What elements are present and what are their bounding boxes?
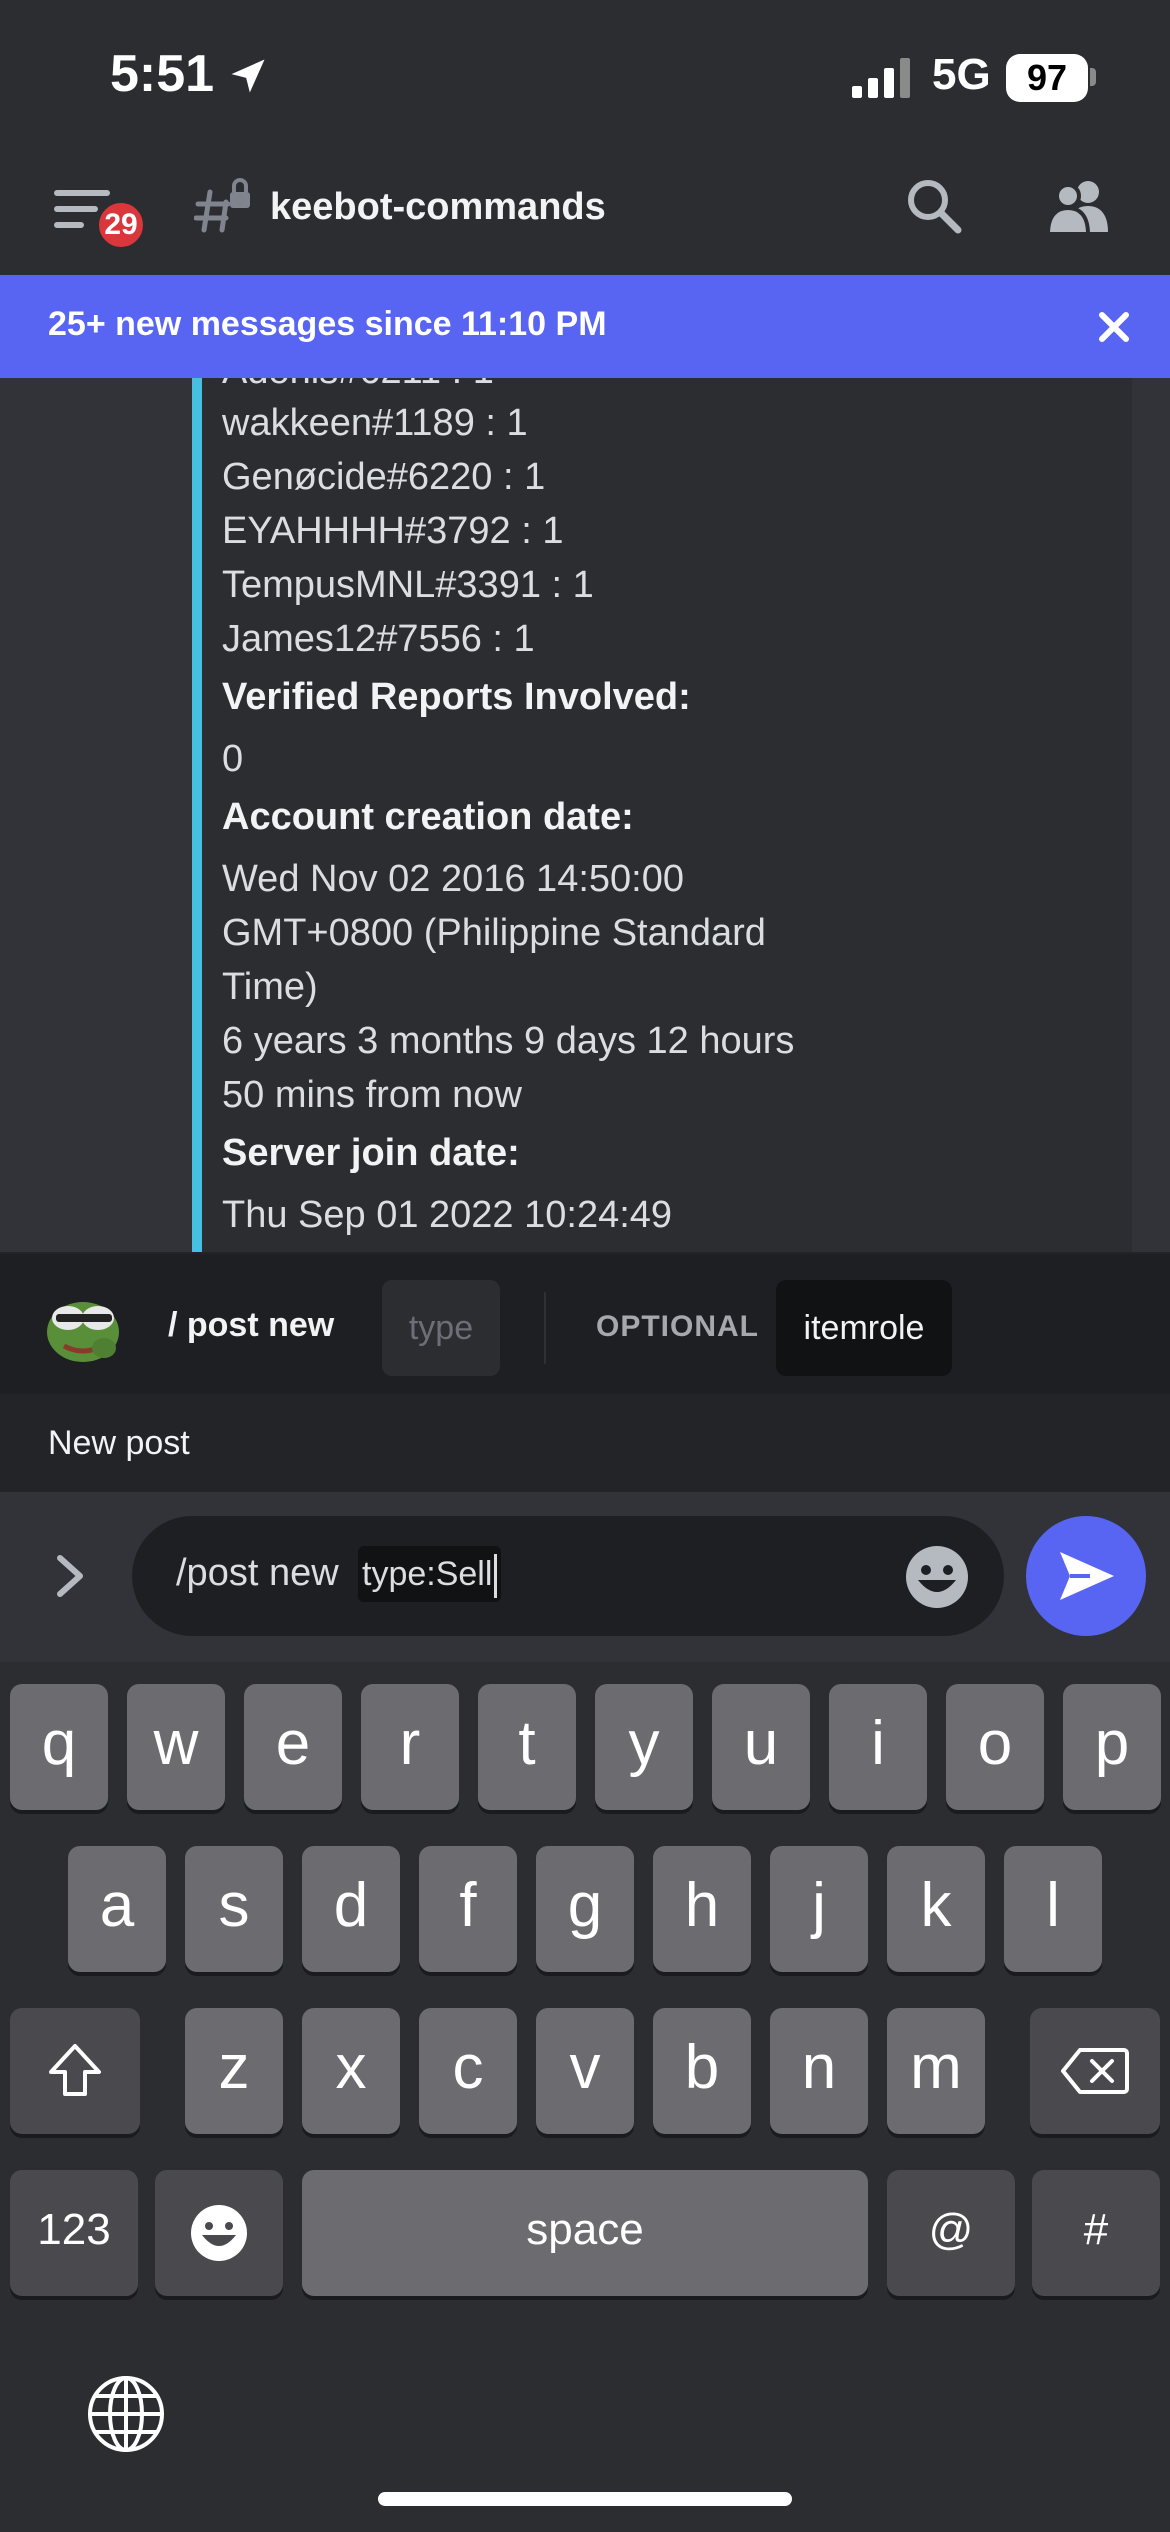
command-description-bar: New post — [0, 1394, 1170, 1492]
close-icon[interactable] — [1096, 309, 1132, 345]
cellular-signal-icon — [852, 58, 910, 98]
option-chip-itemrole[interactable]: itemrole — [776, 1280, 952, 1376]
emoji-key[interactable] — [155, 2170, 283, 2296]
new-messages-text: 25+ new messages since 11:10 PM — [48, 305, 607, 343]
unread-badge: 29 — [94, 198, 148, 252]
key-v[interactable]: v — [536, 2008, 634, 2134]
emoji-icon[interactable] — [904, 1544, 970, 1610]
bot-avatar — [47, 1302, 119, 1362]
embed-line: wakkeen#1189 : 1 — [222, 402, 528, 444]
new-messages-bar[interactable]: 25+ new messages since 11:10 PM — [0, 275, 1170, 378]
key-f[interactable]: f — [419, 1846, 517, 1972]
key-d[interactable]: d — [302, 1846, 400, 1972]
embed-partial-line: Adonis#6211 : 1 — [222, 378, 494, 393]
search-icon[interactable] — [904, 176, 964, 236]
optional-label: OPTIONAL — [596, 1310, 759, 1343]
embed-field-value: Thu Sep 01 2022 10:24:49 — [222, 1194, 673, 1236]
message-input[interactable]: /post new type:Sell — [132, 1516, 1004, 1636]
key-o[interactable]: o — [946, 1684, 1044, 1810]
embed-field-name: Account creation date: — [222, 796, 634, 838]
key-x[interactable]: x — [302, 2008, 400, 2134]
at-key[interactable]: @ — [887, 2170, 1015, 2296]
key-z[interactable]: z — [185, 2008, 283, 2134]
key-r[interactable]: r — [361, 1684, 459, 1810]
input-parameter-text: type:Sell — [362, 1555, 493, 1593]
embed-line: James12#7556 : 1 — [222, 618, 535, 660]
embed-line: EYAHHHH#3792 : 1 — [222, 510, 564, 552]
composer: /post new type:Sell — [0, 1492, 1170, 1662]
command-description: New post — [48, 1424, 190, 1462]
backspace-icon — [1061, 2048, 1129, 2094]
key-w[interactable]: w — [127, 1684, 225, 1810]
key-k[interactable]: k — [887, 1846, 985, 1972]
embed-field-value: 6 years 3 months 9 days 12 hours — [222, 1020, 795, 1062]
key-n[interactable]: n — [770, 2008, 868, 2134]
status-bar: 5:51 5G 97 — [0, 0, 1170, 150]
battery-tip — [1090, 68, 1096, 86]
key-t[interactable]: t — [478, 1684, 576, 1810]
message-list[interactable]: Adonis#6211 : 1 wakkeen#1189 : 1 Genøcid… — [0, 378, 1170, 1252]
key-j[interactable]: j — [770, 1846, 868, 1972]
on-screen-keyboard: q w e r t y u i o p a s d f g h j k l z … — [0, 1662, 1170, 2532]
key-b[interactable]: b — [653, 2008, 751, 2134]
embed-line: TempusMNL#3391 : 1 — [222, 564, 594, 606]
emoji-keyboard-icon — [191, 2205, 247, 2261]
key-a[interactable]: a — [68, 1846, 166, 1972]
key-l[interactable]: l — [1004, 1846, 1102, 1972]
members-icon[interactable] — [1046, 178, 1112, 234]
key-p[interactable]: p — [1063, 1684, 1161, 1810]
key-y[interactable]: y — [595, 1684, 693, 1810]
command-suggestion-bar: / post new type OPTIONAL itemrole — [0, 1252, 1170, 1394]
option-chip-type[interactable]: type — [382, 1280, 500, 1376]
locked-channel-icon — [194, 178, 250, 233]
network-type: 5G — [932, 50, 991, 99]
key-h[interactable]: h — [653, 1846, 751, 1972]
send-icon — [1060, 1552, 1114, 1600]
input-command-text: /post new — [176, 1552, 339, 1594]
key-u[interactable]: u — [712, 1684, 810, 1810]
embed-line: Genøcide#6220 : 1 — [222, 456, 546, 498]
embed-field-value: GMT+0800 (Philippine Standard — [222, 912, 766, 954]
location-arrow-icon — [231, 59, 265, 93]
status-time: 5:51 — [110, 45, 215, 103]
battery-indicator: 97 — [1006, 54, 1088, 102]
command-name: / post new — [168, 1306, 335, 1344]
channel-name[interactable]: keebot-commands — [270, 186, 606, 229]
numbers-key[interactable]: 123 — [10, 2170, 138, 2296]
divider — [544, 1292, 546, 1364]
embed-field-value: Time) — [222, 966, 318, 1008]
embed-field-value: Wed Nov 02 2016 14:50:00 — [222, 858, 684, 900]
globe-icon[interactable] — [86, 2374, 166, 2454]
key-s[interactable]: s — [185, 1846, 283, 1972]
key-c[interactable]: c — [419, 2008, 517, 2134]
channel-header: 29 keebot-commands — [0, 150, 1170, 275]
embed-field-value: 50 mins from now — [222, 1074, 522, 1116]
shift-key[interactable] — [10, 2008, 140, 2134]
embed-field-name: Server join date: — [222, 1132, 520, 1174]
home-indicator[interactable] — [378, 2492, 792, 2506]
embed-accent-bar — [192, 378, 202, 1252]
input-parameter[interactable]: type:Sell — [358, 1546, 502, 1602]
key-g[interactable]: g — [536, 1846, 634, 1972]
key-m[interactable]: m — [887, 2008, 985, 2134]
text-caret — [494, 1554, 498, 1599]
space-key[interactable]: space — [302, 2170, 868, 2296]
shift-icon — [49, 2044, 101, 2096]
hash-key[interactable]: # — [1032, 2170, 1160, 2296]
embed-field-value: 0 — [222, 738, 244, 780]
message-embed: Adonis#6211 : 1 wakkeen#1189 : 1 Genøcid… — [192, 378, 1132, 1252]
key-q[interactable]: q — [10, 1684, 108, 1810]
embed-field-name: Verified Reports Involved: — [222, 676, 691, 718]
send-button[interactable] — [1026, 1516, 1146, 1636]
key-e[interactable]: e — [244, 1684, 342, 1810]
backspace-key[interactable] — [1030, 2008, 1160, 2134]
key-i[interactable]: i — [829, 1684, 927, 1810]
chevron-right-icon[interactable] — [52, 1550, 88, 1602]
